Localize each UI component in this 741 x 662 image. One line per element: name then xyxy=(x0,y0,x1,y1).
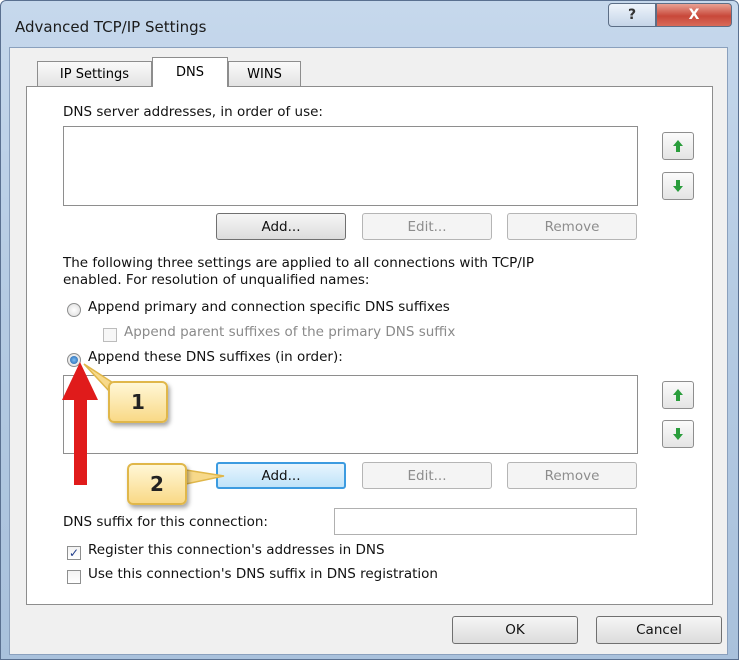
append-primary-label[interactable]: Append primary and connection specific D… xyxy=(88,299,450,315)
dns-servers-list[interactable] xyxy=(63,126,638,206)
dns-server-move-down-button[interactable] xyxy=(662,172,694,200)
register-addresses-checkbox[interactable]: ✓ xyxy=(67,546,81,560)
info-text-line-1: The following three settings are applied… xyxy=(63,255,534,271)
use-suffix-registration-label[interactable]: Use this connection's DNS suffix in DNS … xyxy=(88,566,438,582)
dns-suffix-edit-button[interactable]: Edit... xyxy=(362,462,492,489)
callout-step-1: 1 xyxy=(108,381,168,423)
tab-ip-settings[interactable]: IP Settings xyxy=(37,61,152,87)
cancel-button[interactable]: Cancel xyxy=(596,616,722,644)
arrow-up-icon xyxy=(673,140,683,152)
register-addresses-label[interactable]: Register this connection's addresses in … xyxy=(88,542,385,558)
help-button[interactable]: ? xyxy=(608,3,656,27)
append-parent-checkbox[interactable] xyxy=(103,328,117,342)
append-these-label[interactable]: Append these DNS suffixes (in order): xyxy=(88,349,343,365)
append-parent-label[interactable]: Append parent suffixes of the primary DN… xyxy=(124,324,455,340)
append-primary-radio[interactable] xyxy=(67,303,81,317)
close-icon: X xyxy=(688,7,700,23)
arrow-down-icon xyxy=(673,428,683,440)
tab-dns[interactable]: DNS xyxy=(152,57,228,87)
dns-suffix-move-down-button[interactable] xyxy=(662,420,694,448)
arrow-up-icon xyxy=(673,389,683,401)
connection-suffix-input[interactable] xyxy=(334,508,637,535)
dns-server-edit-button[interactable]: Edit... xyxy=(362,213,492,240)
use-suffix-registration-checkbox[interactable] xyxy=(67,570,81,584)
callout-step-2: 2 xyxy=(127,463,187,505)
append-these-radio[interactable] xyxy=(67,353,81,367)
connection-suffix-label: DNS suffix for this connection: xyxy=(63,514,268,530)
info-text-line-2: enabled. For resolution of unqualified n… xyxy=(63,272,370,288)
title-bar[interactable]: Advanced TCP/IP Settings ? X xyxy=(1,1,738,47)
dns-suffix-move-up-button[interactable] xyxy=(662,381,694,409)
help-icon: ? xyxy=(627,7,637,23)
dns-suffix-add-button[interactable]: Add... xyxy=(216,462,346,489)
tab-wins[interactable]: WINS xyxy=(228,61,301,87)
dns-server-add-button[interactable]: Add... xyxy=(216,213,346,240)
window-title: Advanced TCP/IP Settings xyxy=(15,18,207,36)
dns-server-remove-button[interactable]: Remove xyxy=(507,213,637,240)
close-button[interactable]: X xyxy=(656,3,732,27)
dns-suffix-remove-button[interactable]: Remove xyxy=(507,462,637,489)
arrow-down-icon xyxy=(673,180,683,192)
ok-button[interactable]: OK xyxy=(452,616,578,644)
dns-server-move-up-button[interactable] xyxy=(662,132,694,160)
dns-servers-label: DNS server addresses, in order of use: xyxy=(63,104,323,120)
